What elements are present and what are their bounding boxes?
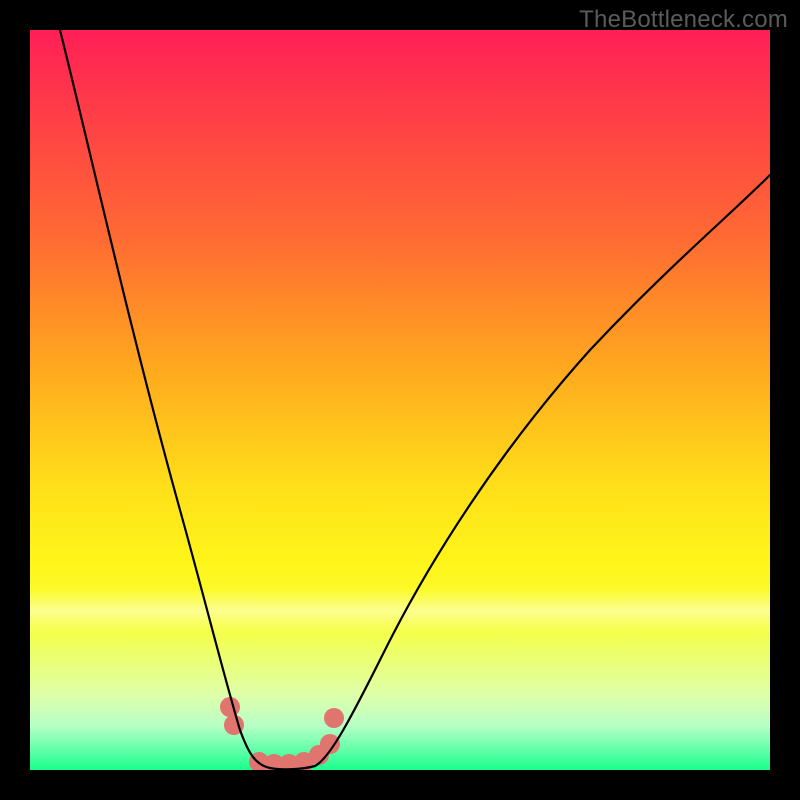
chart-frame: TheBottleneck.com: [0, 0, 800, 800]
left-curve-branch: [60, 30, 270, 768]
right-curve-branch: [315, 175, 770, 766]
blob-dot: [220, 697, 240, 717]
blob-dot: [324, 708, 344, 728]
plot-area: [30, 30, 770, 770]
valley-blobs: [220, 697, 344, 770]
bottleneck-curve: [30, 30, 770, 770]
watermark-text: TheBottleneck.com: [579, 6, 788, 34]
